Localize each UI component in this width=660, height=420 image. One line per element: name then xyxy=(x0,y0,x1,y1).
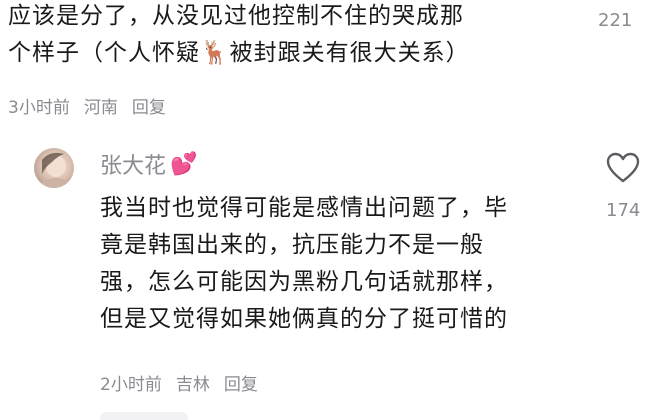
comment-1-text: 应该是分了，从没见过他控制不住的哭成那 个样子（个人怀疑🦌被封跟关有很大关系） xyxy=(8,0,470,72)
comment-2-line-4: 但是又觉得如果她俩真的分了挺可惜的 xyxy=(100,306,508,332)
comment-1-line-2: 个样子（个人怀疑🦌被封跟关有很大关系） xyxy=(8,40,470,66)
comment-2-line-3: 强，怎么可能因为黑粉几句话就那样， xyxy=(100,269,508,295)
like-button[interactable] xyxy=(606,152,640,188)
next-item-stub xyxy=(100,412,188,420)
comment-1-reply-button[interactable]: 回复 xyxy=(132,93,166,118)
comment-1-line-1: 应该是分了，从没见过他控制不住的哭成那 xyxy=(8,3,464,29)
username-text: 张大花 xyxy=(100,154,167,179)
two-hearts-icon: 💕 xyxy=(170,151,198,177)
comment-2-location: 吉林 xyxy=(175,375,210,395)
comment-1-location: 河南 xyxy=(83,98,118,118)
heart-outline-icon xyxy=(606,152,640,183)
comment-2-line-1: 我当时也觉得可能是感情出问题了，毕 xyxy=(100,195,508,221)
comment-2-reply-button[interactable]: 回复 xyxy=(224,370,258,395)
comment-1-meta: 3小时前 河南 回复 xyxy=(8,93,166,118)
comment-1-time: 3小时前 xyxy=(8,98,70,118)
comment-2-text: 我当时也觉得可能是感情出问题了，毕 竟是韩国出来的，抗压能力不是一般 强，怎么可… xyxy=(100,190,508,338)
comment-1-like-count[interactable]: 221 xyxy=(598,10,632,31)
avatar-image xyxy=(38,152,72,188)
comment-2-time: 2小时前 xyxy=(100,375,162,395)
comment-2-like-count[interactable]: 174 xyxy=(606,200,640,221)
comment-2-meta: 2小时前 吉林 回复 xyxy=(100,370,258,395)
comment-2-username[interactable]: 张大花 💕 xyxy=(100,148,197,180)
avatar[interactable] xyxy=(34,148,74,188)
comment-2-line-2: 竟是韩国出来的，抗压能力不是一般 xyxy=(100,232,484,258)
